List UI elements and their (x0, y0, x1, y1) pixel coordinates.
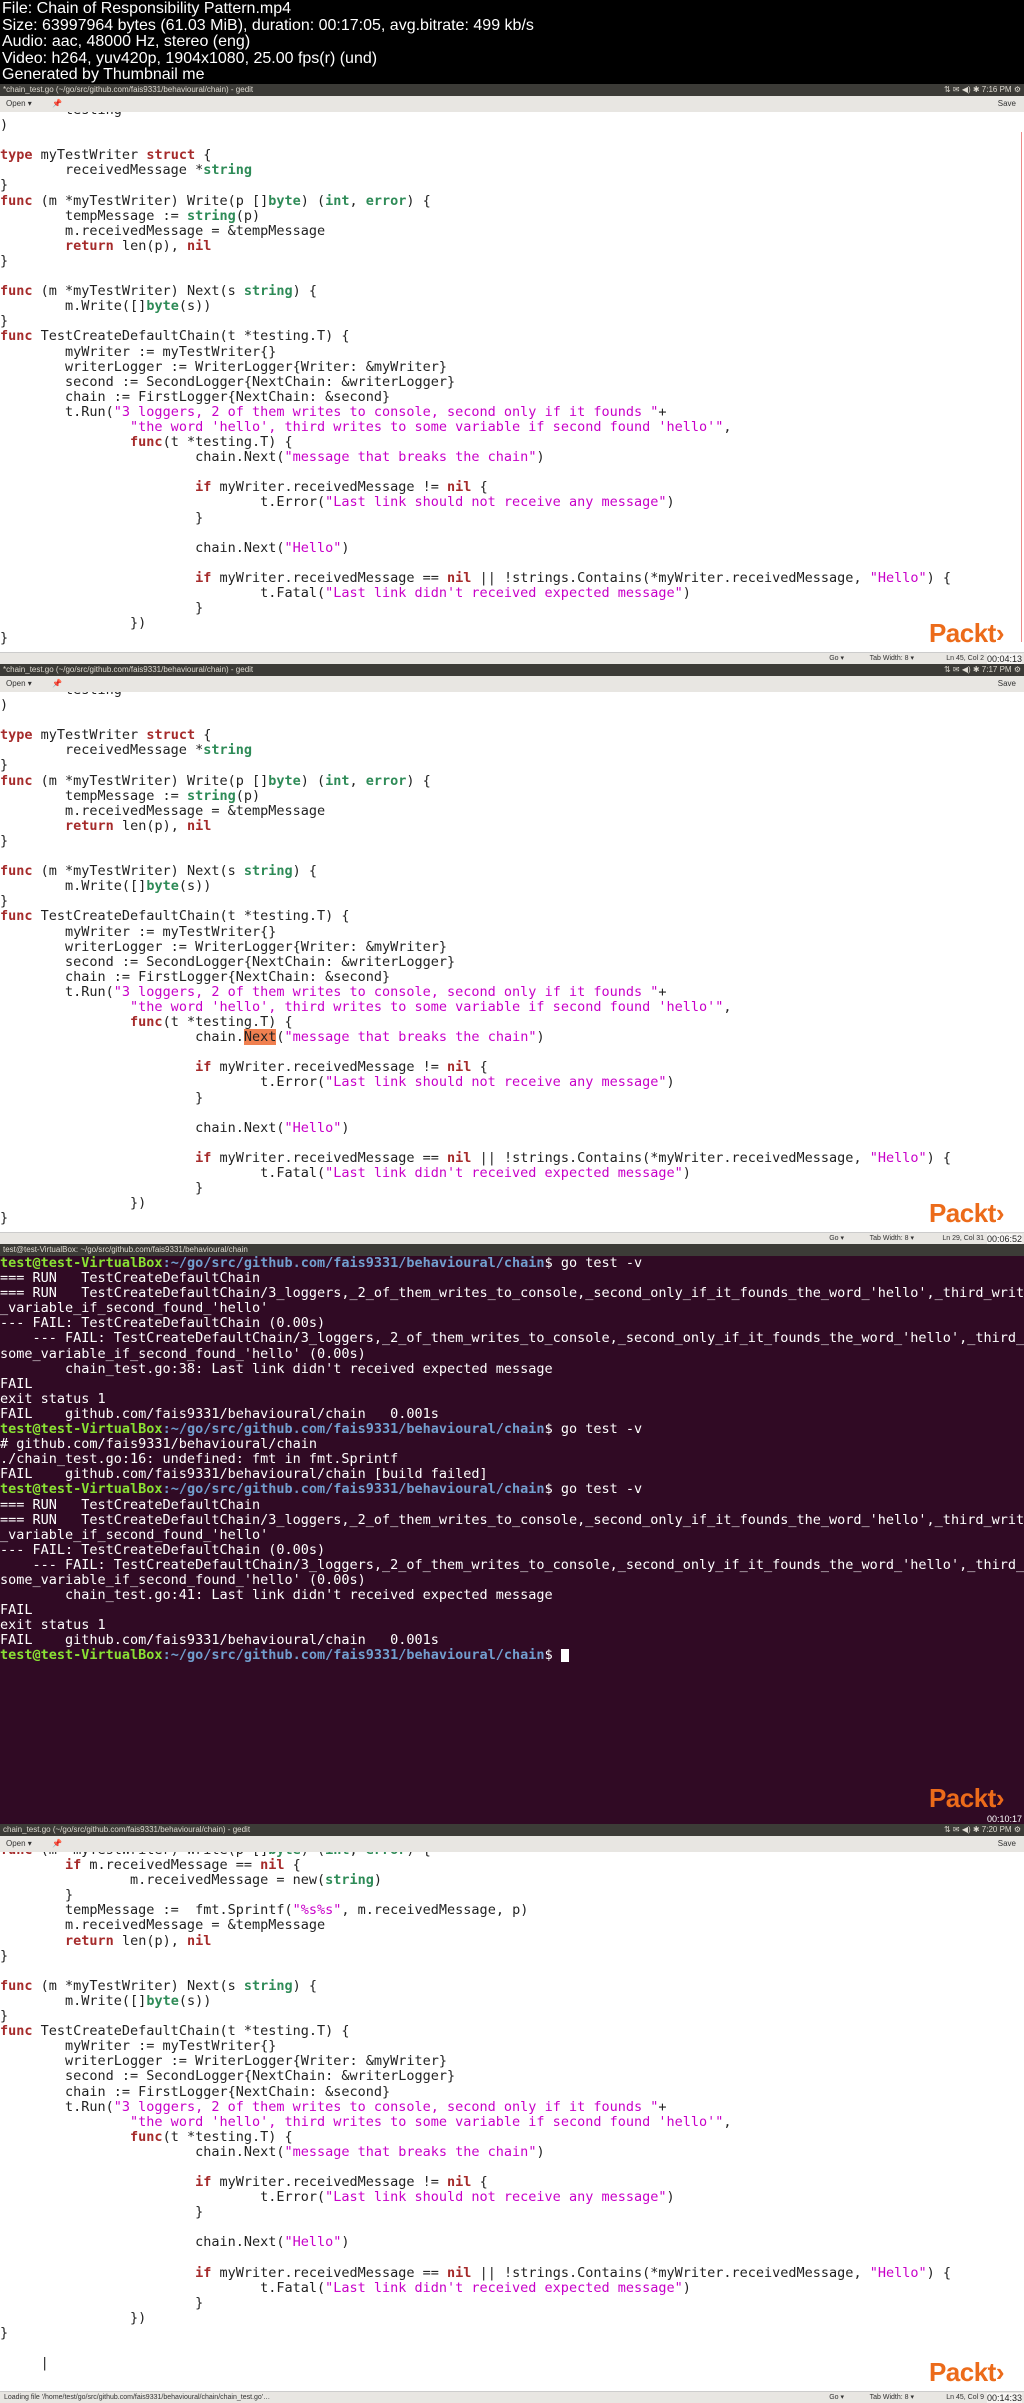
timestamp: 00:06:52 (986, 1234, 1022, 1244)
system-tray[interactable]: ⇅ ✉ ◀) ✱ 7:16 PM ⚙ (944, 84, 1021, 96)
code-text: testing ) type myTestWriter struct { rec… (0, 112, 951, 647)
code-text: testing ) type myTestWriter struct { rec… (0, 692, 951, 1227)
packt-logo: Packt› (928, 2357, 1005, 2387)
generator-line: Generated by Thumbnail me (2, 66, 205, 84)
title-text: chain_test.go (~/go/src/github.com/fais9… (3, 1825, 251, 1834)
frame-1-gedit: *chain_test.go (~/go/src/github.com/fais… (0, 84, 1024, 664)
window-title: *chain_test.go (~/go/src/github.com/fais… (0, 84, 1024, 96)
file-line: File: Chain of Responsibility Pattern.mp… (2, 0, 292, 17)
open-button[interactable]: Open ▾ (6, 676, 32, 692)
prompt-command: $ go test -v (544, 1256, 643, 1271)
code-editor[interactable]: func (m *myTestWriter) Write(p []byte) (… (0, 1852, 1024, 2392)
window-title: *chain_test.go (~/go/src/github.com/fais… (0, 664, 1024, 676)
code-editor[interactable]: testing ) type myTestWriter struct { rec… (0, 692, 1024, 1233)
language-selector[interactable]: Go ▾ (829, 1233, 844, 1244)
title-text: *chain_test.go (~/go/src/github.com/fais… (3, 85, 254, 94)
terminal-window[interactable]: test@test-VirtualBox:~/go/src/github.com… (0, 1256, 1024, 1824)
frame-4-gedit: chain_test.go (~/go/src/github.com/fais9… (0, 1824, 1024, 2403)
code-editor[interactable]: testing ) type myTestWriter struct { rec… (0, 112, 1024, 653)
right-margin-line (1021, 132, 1022, 642)
prompt-user: test@test-VirtualBox (0, 1256, 163, 1271)
open-button[interactable]: Open ▾ (6, 96, 32, 112)
size-line: Size: 63997964 bytes (61.03 MiB), durati… (2, 16, 534, 34)
terminal-cursor (560, 1648, 569, 1662)
status-bar: Go ▾ Tab Width: 8 ▾ Ln 29, Col 31 (0, 1232, 1024, 1244)
packt-logo: Packt› (928, 1783, 1005, 1813)
packt-logo: Packt› (928, 618, 1005, 648)
tab-width-selector[interactable]: Tab Width: 8 ▾ (870, 653, 914, 664)
tab-width-selector[interactable]: Tab Width: 8 ▾ (870, 1233, 914, 1244)
status-bar: Loading file '/home/test/go/src/github.c… (0, 2391, 1024, 2403)
cursor-position: Ln 45, Col 9 (946, 2394, 984, 2401)
frame-2-gedit: *chain_test.go (~/go/src/github.com/fais… (0, 664, 1024, 1244)
save-button[interactable]: Save (998, 676, 1016, 692)
pin-icon[interactable]: 📌 (52, 96, 62, 112)
title-text: *chain_test.go (~/go/src/github.com/fais… (3, 665, 254, 674)
prompt-path: :~/go/src/github.com/fais9331/behavioura… (162, 1256, 545, 1271)
terminal-title: test@test-VirtualBox: ~/go/src/github.co… (0, 1244, 1024, 1256)
open-button[interactable]: Open ▾ (6, 1836, 32, 1852)
cursor-position: Ln 29, Col 31 (942, 1235, 984, 1242)
code-text: func (m *myTestWriter) Write(p []byte) (… (0, 1852, 951, 2372)
timestamp: 00:04:13 (986, 654, 1022, 664)
tab-width-selector[interactable]: Tab Width: 8 ▾ (870, 2392, 914, 2403)
save-button[interactable]: Save (998, 96, 1016, 112)
terminal-output: test@test-VirtualBox:~/go/src/github.com… (0, 1256, 1024, 1664)
loading-message: Loading file '/home/test/go/src/github.c… (4, 2394, 271, 2401)
system-tray[interactable]: ⇅ ✉ ◀) ✱ 7:17 PM ⚙ (944, 664, 1021, 676)
language-selector[interactable]: Go ▾ (829, 653, 844, 664)
timestamp: 00:14:33 (986, 2393, 1022, 2403)
toolbar: Open ▾ 📌 Save (0, 1836, 1024, 1853)
save-button[interactable]: Save (998, 1836, 1016, 1852)
pin-icon[interactable]: 📌 (52, 1836, 62, 1852)
toolbar: Open ▾ 📌 Save (0, 676, 1024, 693)
language-selector[interactable]: Go ▾ (829, 2392, 844, 2403)
pin-icon[interactable]: 📌 (52, 676, 62, 692)
timestamp: 00:10:17 (986, 1814, 1022, 1824)
status-bar: Go ▾ Tab Width: 8 ▾ Ln 45, Col 2 (0, 652, 1024, 664)
video-line: Video: h264, yuv420p, 1904x1080, 25.00 f… (2, 49, 378, 67)
frame-3-terminal: test@test-VirtualBox: ~/go/src/github.co… (0, 1244, 1024, 1824)
system-tray[interactable]: ⇅ ✉ ◀) ✱ 7:20 PM ⚙ (944, 1824, 1021, 1836)
cursor-position: Ln 45, Col 2 (946, 655, 984, 662)
packt-logo: Packt› (928, 1198, 1005, 1228)
audio-line: Audio: aac, 48000 Hz, stereo (eng) (2, 33, 251, 51)
toolbar: Open ▾ 📌 Save (0, 96, 1024, 113)
window-title: chain_test.go (~/go/src/github.com/fais9… (0, 1824, 1024, 1836)
video-info-header: File: Chain of Responsibility Pattern.mp… (0, 0, 1024, 84)
